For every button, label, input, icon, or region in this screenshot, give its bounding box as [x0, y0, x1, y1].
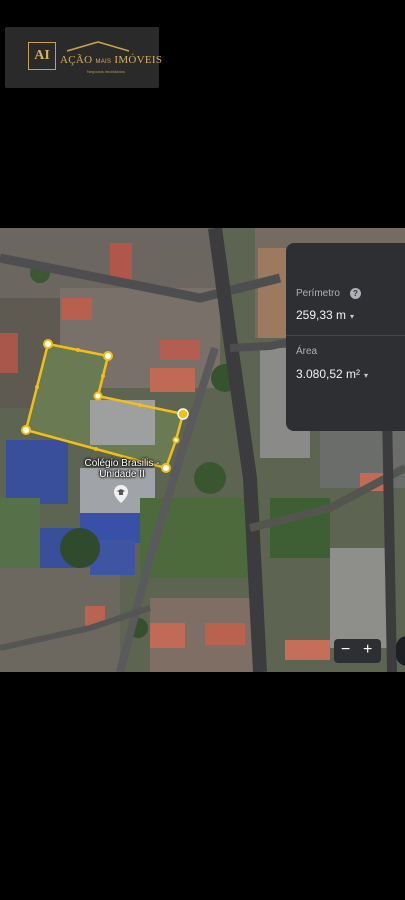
logo-tagline: Negócios Imobiliários: [87, 69, 126, 74]
perimeter-unit-dropdown-icon[interactable]: ▾: [350, 312, 354, 321]
logo-brand-small: MAIS: [95, 59, 112, 65]
poi-label-school[interactable]: Colégio Brasilis - Unidade II: [72, 458, 172, 480]
school-pin-icon[interactable]: [114, 485, 128, 503]
perimeter-value[interactable]: 259,33 m ▾: [296, 308, 354, 322]
map-control-button[interactable]: [396, 636, 405, 666]
logo-brand-end: IMÓVEIS: [114, 54, 163, 66]
zoom-out-button[interactable]: −: [341, 641, 350, 659]
brand-logo: AI AÇÃO MAIS IMÓVEIS Negócios Imobiliári…: [5, 27, 162, 88]
zoom-control: − +: [334, 639, 381, 663]
logo-monogram: AI: [28, 42, 56, 70]
area-label: Área: [296, 346, 318, 357]
perimeter-label: Perímetro: [296, 288, 340, 299]
area-value[interactable]: 3.080,52 m² ▾: [296, 367, 368, 381]
panel-divider: [286, 335, 405, 336]
measure-panel: Perímetro ? 259,33 m ▾ Área 3.080,52 m² ▾: [286, 243, 405, 431]
zoom-in-button[interactable]: +: [363, 641, 372, 659]
logo-wordmark: AÇÃO MAIS IMÓVEIS: [60, 54, 162, 66]
perimeter-value-text: 259,33 m: [296, 308, 347, 322]
area-value-text: 3.080,52 m²: [296, 367, 361, 381]
help-icon[interactable]: ?: [350, 288, 361, 299]
area-unit-dropdown-icon[interactable]: ▾: [364, 371, 368, 380]
roof-icon: [67, 41, 129, 52]
logo-brand-main: AÇÃO: [60, 54, 93, 66]
